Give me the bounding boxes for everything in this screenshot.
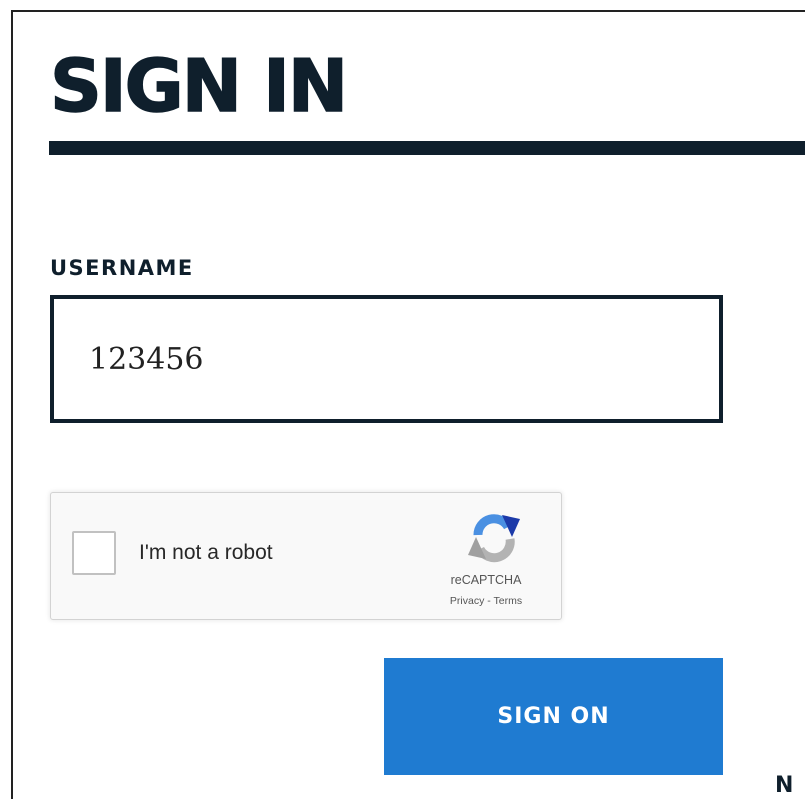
username-label: USERNAME — [50, 256, 194, 280]
recaptcha-logo-icon — [468, 514, 520, 563]
recaptcha-links: Privacy - Terms — [431, 595, 541, 607]
recaptcha-checkbox[interactable] — [72, 531, 116, 575]
links-separator: - — [487, 595, 491, 607]
username-input[interactable] — [50, 295, 723, 423]
title-divider — [49, 141, 805, 155]
recaptcha-widget: I'm not a robot reCAPTCHA Privacy - Term… — [50, 492, 562, 620]
sign-on-button[interactable]: SIGN ON — [384, 658, 723, 775]
privacy-link[interactable]: Privacy — [450, 595, 484, 607]
recaptcha-checkbox-label[interactable]: I'm not a robot — [139, 541, 273, 565]
recaptcha-brand: reCAPTCHA — [450, 573, 522, 587]
cut-off-text: N — [775, 773, 794, 798]
page-title: SIGN IN — [49, 44, 349, 128]
terms-link[interactable]: Terms — [494, 595, 523, 607]
